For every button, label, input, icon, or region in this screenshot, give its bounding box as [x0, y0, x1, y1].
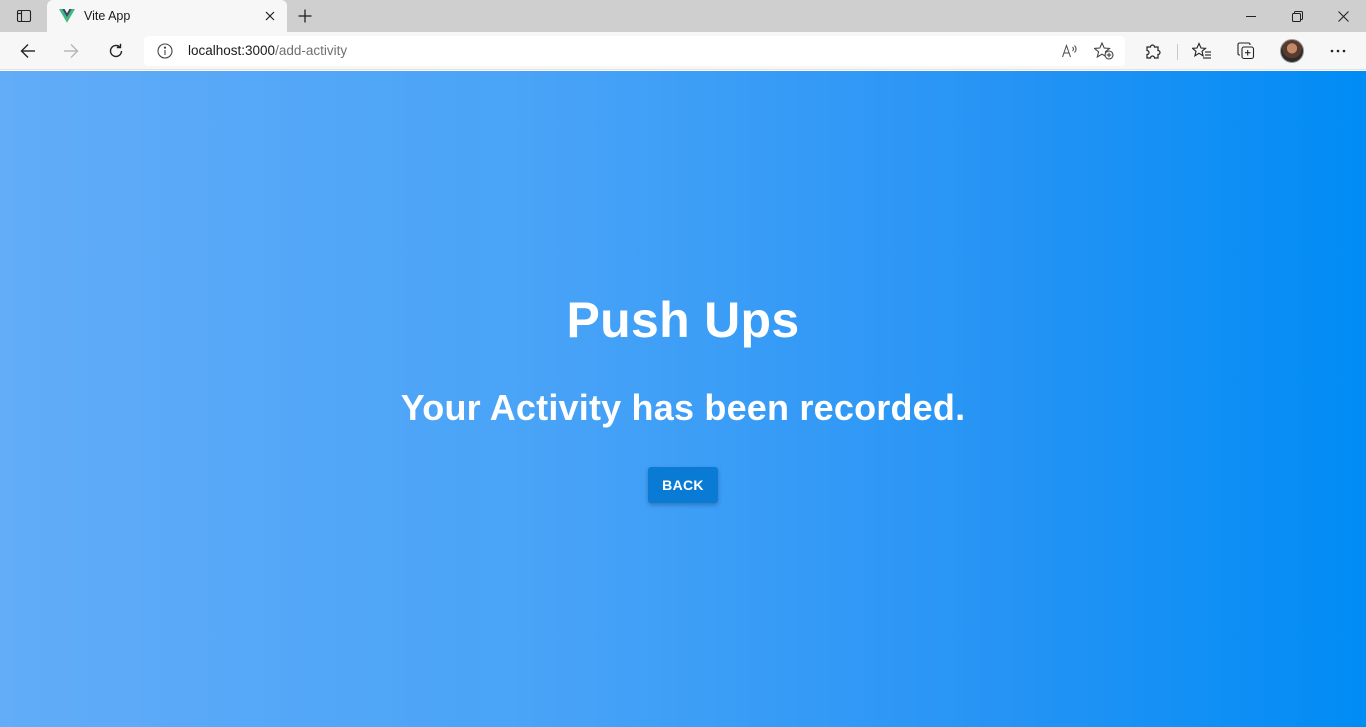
star-plus-icon[interactable]	[1091, 39, 1117, 63]
url-path: /add-activity	[275, 43, 348, 58]
toolbar-divider	[1177, 44, 1178, 60]
arrow-right-icon[interactable]	[55, 35, 87, 67]
info-icon[interactable]	[156, 42, 174, 60]
arrow-left-icon[interactable]	[12, 35, 44, 67]
browser-toolbar: localhost:3000/add-activity	[0, 32, 1366, 70]
restore-icon[interactable]	[1274, 0, 1320, 32]
read-aloud-icon[interactable]	[1057, 39, 1083, 63]
ellipsis-icon[interactable]	[1322, 35, 1354, 67]
url-text: localhost:3000/add-activity	[188, 43, 347, 58]
tab-title: Vite App	[84, 9, 131, 23]
collections-icon[interactable]	[1230, 35, 1262, 67]
tab-actions-icon[interactable]	[8, 4, 40, 28]
refresh-icon[interactable]	[100, 35, 132, 67]
confirmation-message: Your Activity has been recorded.	[400, 387, 966, 428]
vue-logo-icon	[58, 7, 76, 25]
page-title: Push Ups	[566, 292, 800, 348]
minimize-icon[interactable]	[1228, 0, 1274, 32]
plus-icon[interactable]	[292, 4, 318, 28]
address-bar[interactable]: localhost:3000/add-activity	[144, 36, 1125, 66]
close-window-icon[interactable]	[1320, 0, 1366, 32]
url-host: localhost:3000	[188, 43, 276, 58]
browser-tab[interactable]: Vite App	[47, 0, 287, 32]
title-bar: Vite App	[0, 0, 1366, 32]
puzzle-icon[interactable]	[1137, 35, 1169, 67]
favorites-icon[interactable]	[1186, 35, 1218, 67]
page-content: Push Ups Your Activity has been recorded…	[0, 71, 1366, 727]
avatar[interactable]	[1280, 39, 1304, 63]
back-button[interactable]: BACK	[648, 467, 718, 503]
close-icon[interactable]	[258, 4, 282, 28]
